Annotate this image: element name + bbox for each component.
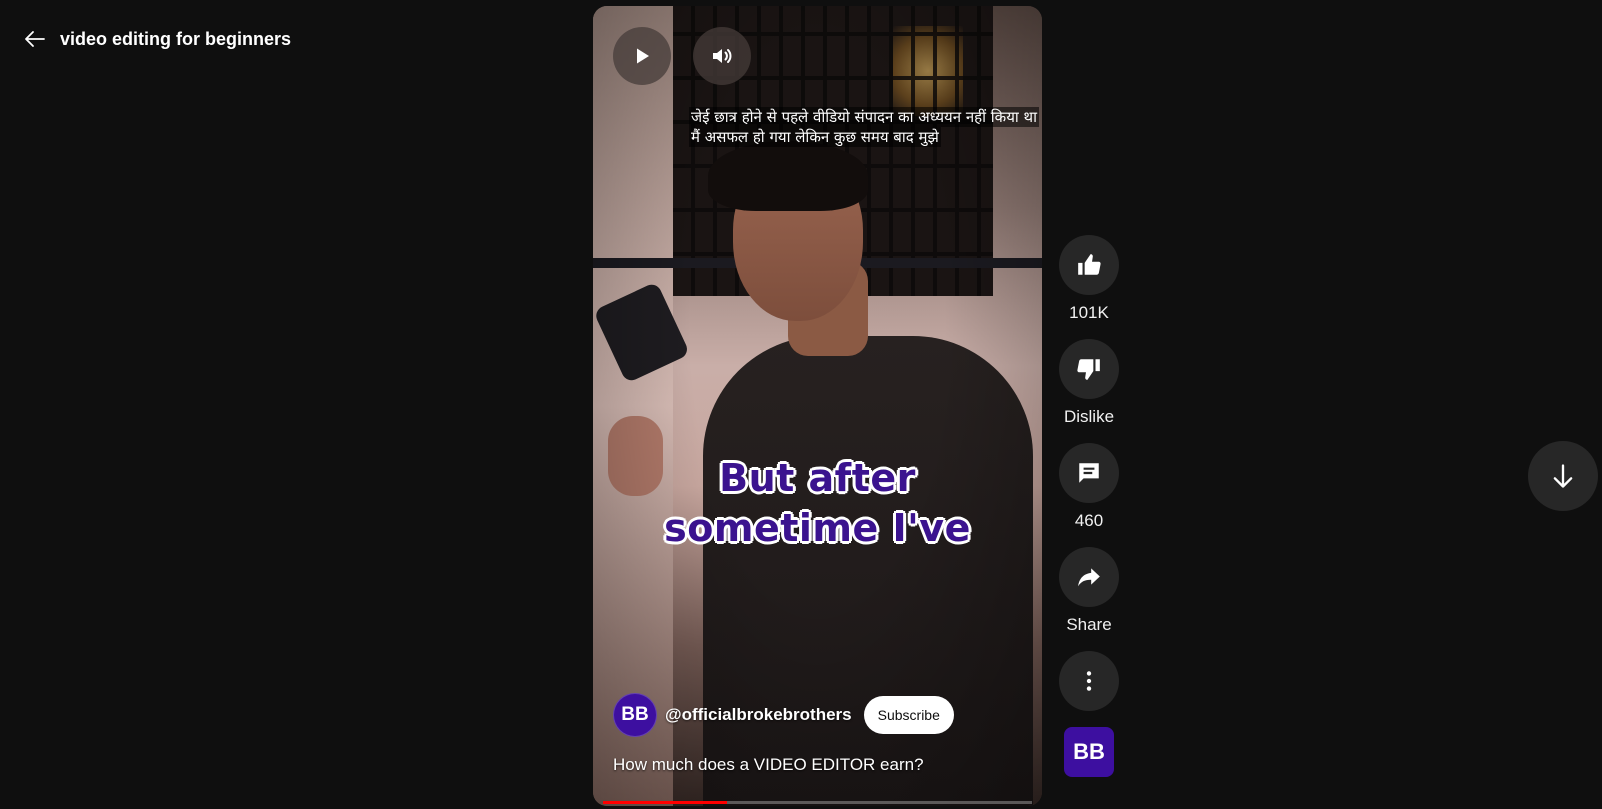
thumbs-down-icon	[1077, 359, 1100, 380]
share-button[interactable]	[1059, 547, 1119, 607]
header-bar: video editing for beginners	[22, 24, 291, 54]
like-count: 101K	[1069, 303, 1109, 322]
channel-handle[interactable]: @officialbrokebrothers	[665, 705, 852, 725]
share-action: Share	[1059, 547, 1119, 635]
next-video-button[interactable]	[1528, 441, 1598, 511]
comment-count: 460	[1074, 511, 1104, 530]
dislike-button[interactable]	[1059, 339, 1119, 399]
channel-row: BB @officialbrokebrothers Subscribe	[613, 693, 954, 737]
shorts-page: video editing for beginners जेई छात्र हो…	[0, 0, 1602, 809]
caption-line-2: sometime I've	[664, 506, 971, 550]
comment-icon	[1079, 463, 1099, 483]
subtitle-line-2: मैं असफल हो गया लेकिन कुछ समय बाद मुझे	[689, 127, 941, 147]
volume-button[interactable]	[693, 27, 751, 85]
arrow-down-icon	[1553, 464, 1573, 488]
subscribe-button[interactable]: Subscribe	[863, 696, 954, 734]
channel-thumbnail[interactable]: BB	[1064, 727, 1114, 777]
share-label: Share	[1066, 615, 1112, 634]
arrow-left-icon	[25, 31, 45, 47]
burned-in-caption: But after sometime I've	[593, 453, 1042, 553]
channel-avatar[interactable]: BB	[613, 693, 657, 737]
progress-bar[interactable]	[603, 801, 1032, 804]
action-rail: 101K Dislike 460 Share BB	[1058, 235, 1120, 777]
progress-fill	[603, 801, 728, 804]
like-action: 101K	[1059, 235, 1119, 323]
search-query-title: video editing for beginners	[60, 28, 292, 49]
dislike-action: Dislike	[1059, 339, 1119, 427]
more-options-button[interactable]	[1059, 651, 1119, 711]
back-button[interactable]	[22, 26, 48, 52]
thumbs-up-icon	[1078, 254, 1101, 275]
hindi-subtitle: जेई छात्र होने से पहले वीडियो संपादन का …	[689, 107, 1042, 147]
play-icon	[637, 48, 649, 64]
play-button[interactable]	[613, 27, 671, 85]
more-vertical-icon	[1086, 671, 1092, 691]
like-button[interactable]	[1059, 235, 1119, 295]
video-title[interactable]: How much does a VIDEO EDITOR earn?	[613, 755, 924, 775]
share-icon	[1078, 568, 1100, 587]
subtitle-line-1: जेई छात्र होने से पहले वीडियो संपादन का …	[689, 107, 1040, 127]
video-player[interactable]: जेई छात्र होने से पहले वीडियो संपादन का …	[593, 6, 1042, 806]
caption-line-1: But after	[719, 456, 916, 500]
more-action	[1059, 651, 1119, 711]
volume-icon	[713, 49, 732, 63]
comments-action: 460	[1059, 443, 1119, 531]
comments-button[interactable]	[1059, 443, 1119, 503]
dislike-label: Dislike	[1063, 407, 1115, 426]
